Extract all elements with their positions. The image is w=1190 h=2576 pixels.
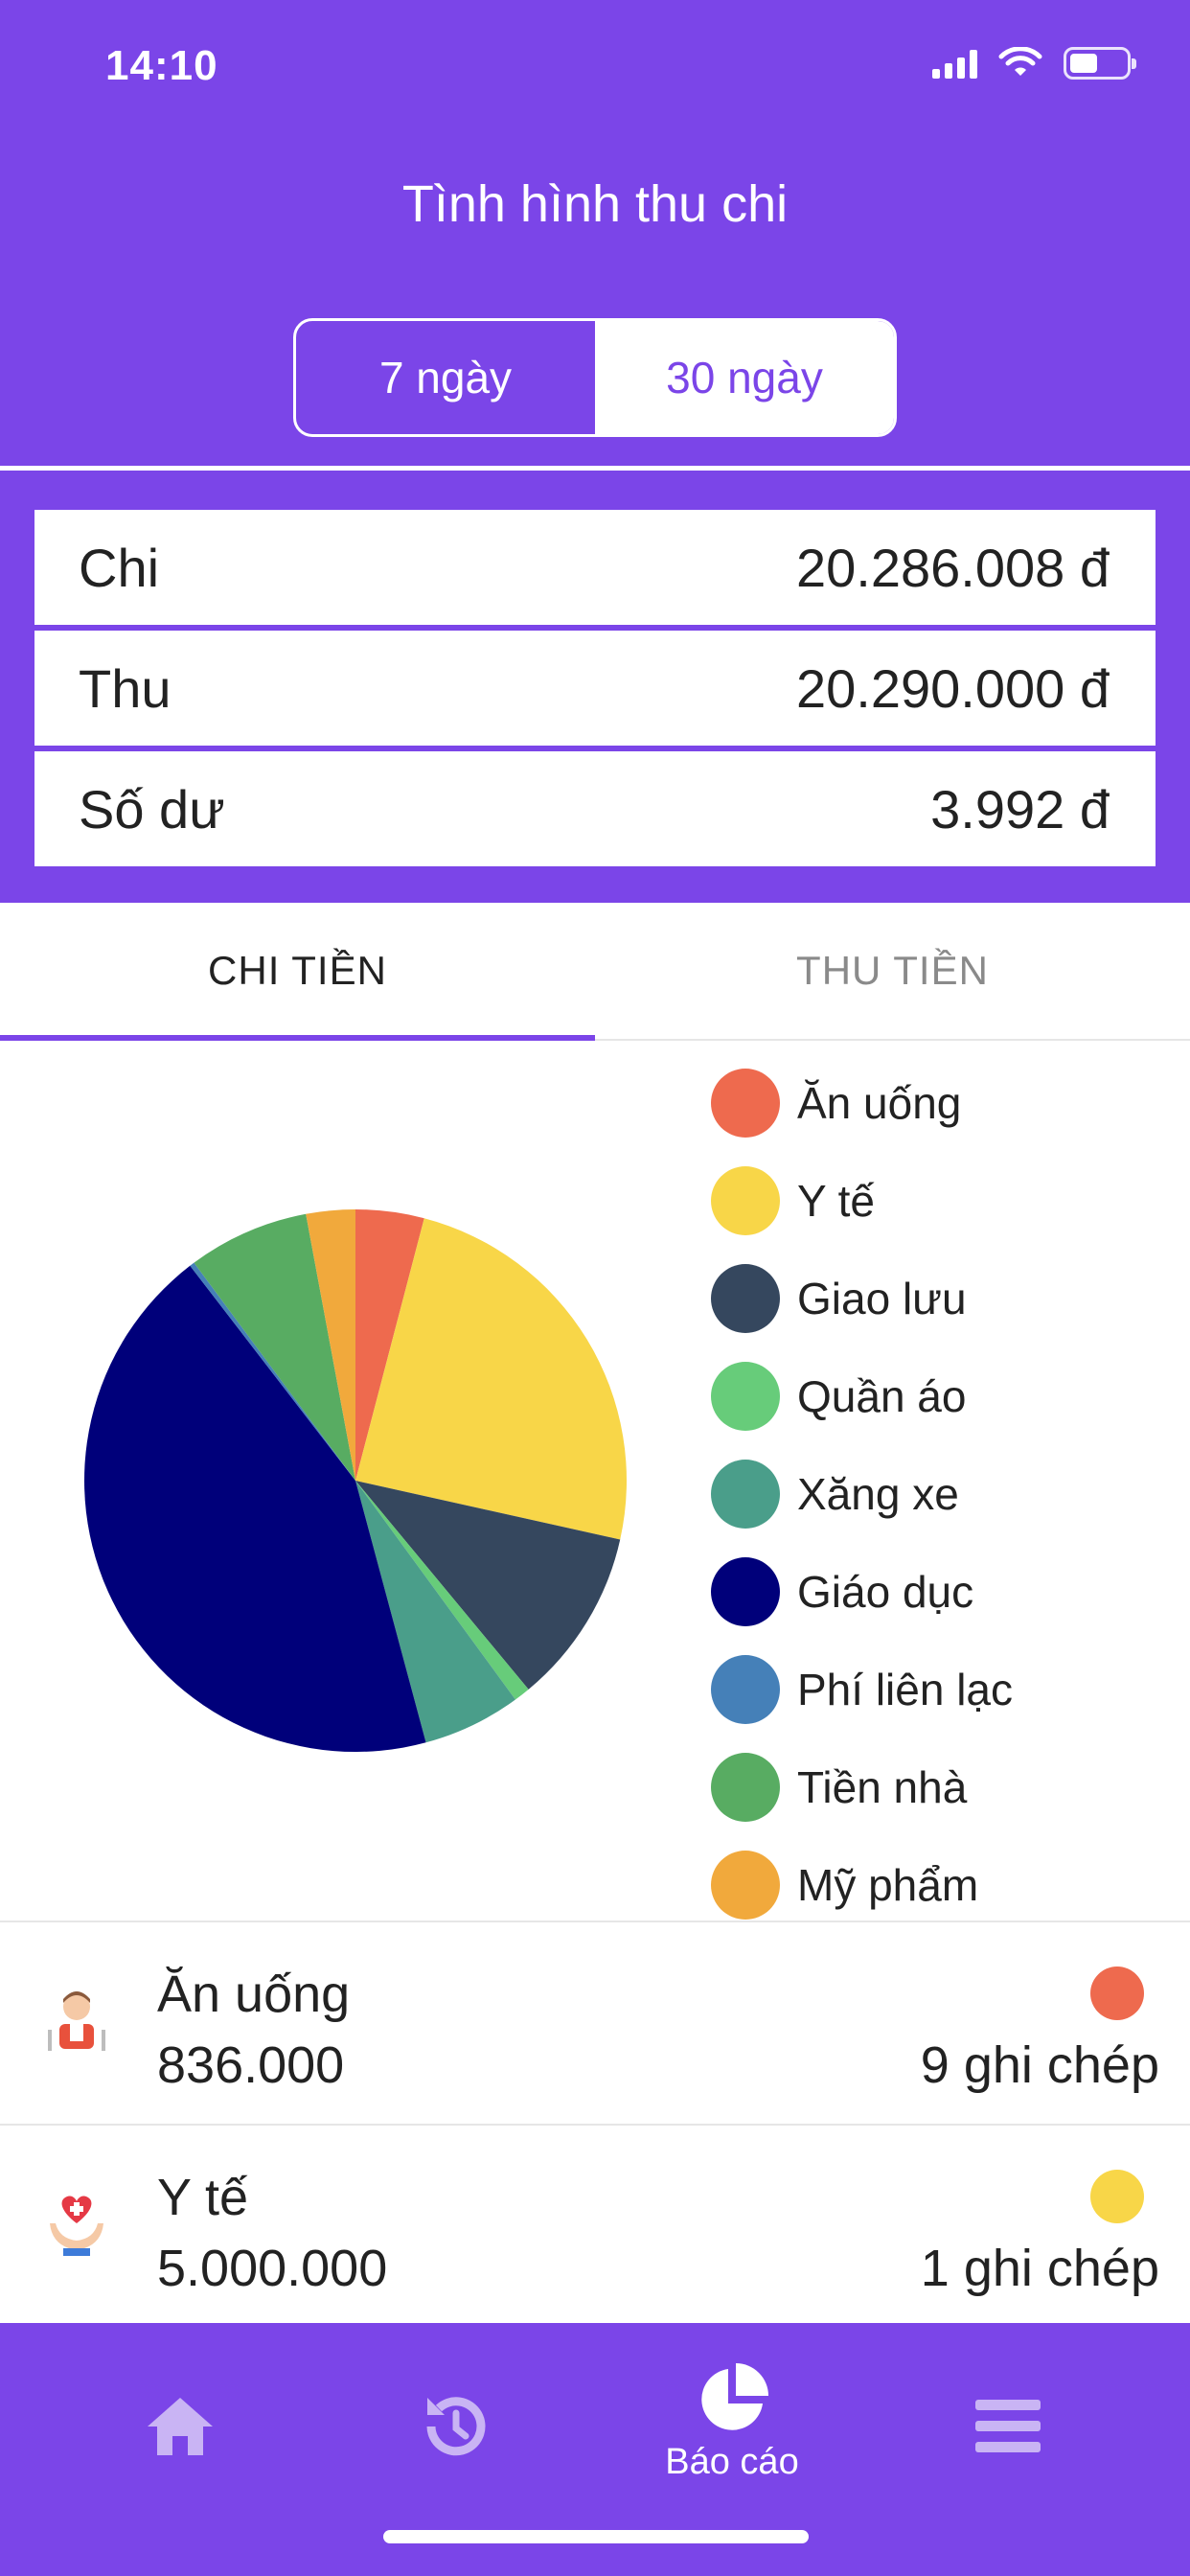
legend-label: Ăn uống (797, 1078, 962, 1128)
category-color-dot (1090, 2170, 1144, 2223)
period-toggle: 7 ngày 30 ngày (293, 318, 897, 437)
history-icon (426, 2397, 486, 2456)
status-icons (932, 44, 1136, 82)
summary-label: Thu (79, 657, 172, 719)
report-tabs: CHI TIỀN THU TIỀN (0, 903, 1190, 1041)
home-indicator (383, 2530, 809, 2543)
legend-label: Quần áo (797, 1371, 967, 1421)
pie-svg (84, 1209, 627, 1752)
summary-value: 20.286.008 đ (796, 537, 1110, 598)
legend-color-dot (711, 1851, 780, 1920)
legend-item: Giáo dục (711, 1543, 1013, 1641)
home-icon (148, 2398, 213, 2455)
category-record-count: 1 ghi chép (920, 2240, 1159, 2297)
legend-item: Y tế (711, 1152, 1013, 1250)
legend-color-dot (711, 1557, 780, 1626)
legend-item: Giao lưu (711, 1250, 1013, 1347)
chart-legend: Ăn uống Y tế Giao lưu Quần áo Xăng xe Giáo dụ… (711, 1054, 1013, 1934)
legend-label: Xăng xe (797, 1469, 959, 1519)
nav-history[interactable] (360, 2342, 552, 2463)
summary-value: 3.992 đ (930, 778, 1110, 840)
legend-item: Phí liên lạc (711, 1641, 1013, 1738)
legend-label: Giao lưu (797, 1274, 967, 1323)
tab-expense[interactable]: CHI TIỀN (0, 903, 595, 1041)
legend-item: Quần áo (711, 1347, 1013, 1445)
legend-color-dot (711, 1362, 780, 1431)
period-7-days[interactable]: 7 ngày (296, 321, 595, 434)
summary-value: 20.290.000 đ (796, 657, 1110, 719)
category-amount: 5.000.000 (157, 2240, 388, 2297)
legend-item: Ăn uống (711, 1054, 1013, 1152)
legend-item: Xăng xe (711, 1445, 1013, 1543)
legend-item: Mỹ phẩm (711, 1836, 1013, 1934)
health-care-icon (50, 2196, 103, 2256)
nav-home[interactable] (84, 2342, 276, 2463)
category-row-an-uong[interactable]: Ăn uống 836.000 9 ghi chép (0, 1920, 1190, 2122)
legend-color-dot (711, 1655, 780, 1724)
nav-menu[interactable] (912, 2342, 1104, 2463)
category-row-y-te[interactable]: Y tế 5.000.000 1 ghi chép (0, 2124, 1190, 2325)
summary-row-balance: Số dư 3.992 đ (34, 751, 1156, 866)
category-name: Y tế (157, 2169, 249, 2226)
dining-person-icon (48, 1991, 105, 2051)
legend-label: Mỹ phẩm (797, 1860, 979, 1910)
legend-color-dot (711, 1460, 780, 1529)
expense-pie-chart (84, 1209, 627, 1752)
page-title: Tình hình thu chi (401, 175, 789, 233)
tab-income[interactable]: THU TIỀN (595, 903, 1190, 1039)
legend-item: Tiền nhà (711, 1738, 1013, 1836)
summary-row-expense: Chi 20.286.008 đ (34, 510, 1156, 625)
legend-label: Giáo dục (797, 1567, 974, 1617)
legend-label: Tiền nhà (797, 1762, 968, 1812)
legend-color-dot (711, 1069, 780, 1138)
pie-chart-icon (701, 2363, 768, 2430)
cellular-signal-icon (932, 48, 977, 79)
legend-color-dot (711, 1753, 780, 1822)
wifi-icon (998, 47, 1042, 76)
period-30-days[interactable]: 30 ngày (595, 321, 894, 434)
summary-label: Số dư (79, 778, 225, 840)
category-amount: 836.000 (157, 2036, 345, 2094)
category-record-count: 9 ghi chép (920, 2036, 1159, 2094)
category-name: Ăn uống (157, 1966, 351, 2023)
menu-icon (975, 2400, 1041, 2452)
legend-color-dot (711, 1264, 780, 1333)
legend-label: Y tế (797, 1176, 875, 1226)
legend-color-dot (711, 1166, 780, 1235)
battery-icon (1064, 47, 1136, 80)
summary-row-income: Thu 20.290.000 đ (34, 631, 1156, 746)
nav-reports-label: Báo cáo (665, 2442, 799, 2482)
status-time: 14:10 (105, 42, 218, 89)
header-divider (0, 466, 1190, 471)
nav-reports[interactable]: Báo cáo (636, 2342, 828, 2483)
category-color-dot (1090, 1966, 1144, 2020)
legend-label: Phí liên lạc (797, 1665, 1014, 1714)
summary-label: Chi (79, 537, 160, 598)
